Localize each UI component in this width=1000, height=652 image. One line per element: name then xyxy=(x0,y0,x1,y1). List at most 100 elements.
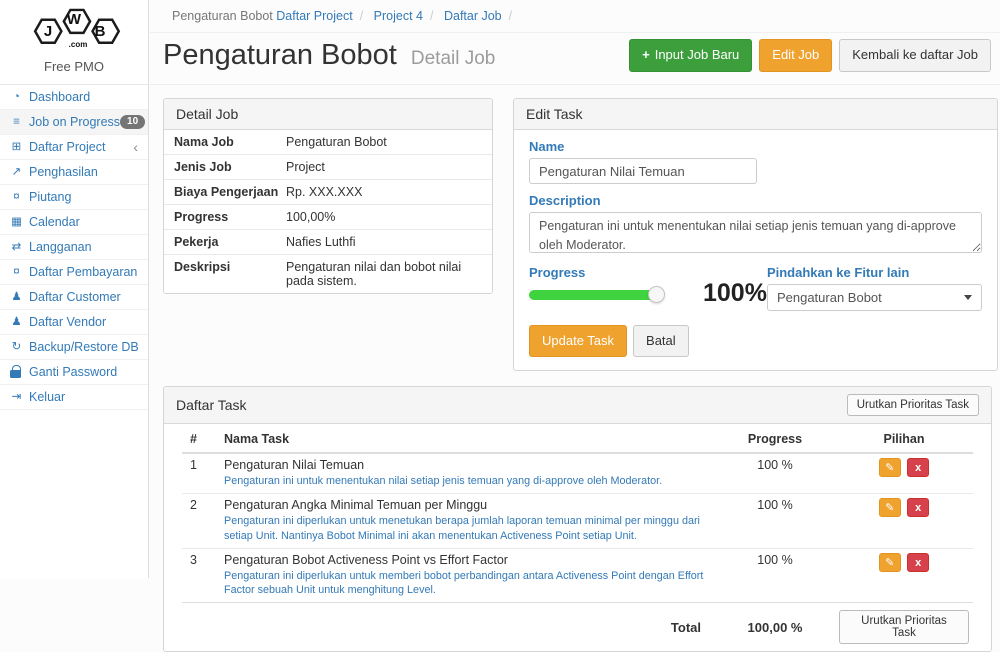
task-row: 2 Pengaturan Angka Minimal Temuan per Mi… xyxy=(182,494,973,549)
edit-task-row-button[interactable]: ✎ xyxy=(879,458,901,477)
delete-task-row-button[interactable]: x xyxy=(907,553,929,572)
task-progress: 100 % xyxy=(715,494,835,549)
sidebar-item-backup-restore-db[interactable]: ↻ Backup/Restore DB xyxy=(0,335,148,360)
detail-job-panel-title: Detail Job xyxy=(164,99,492,130)
delete-task-row-button[interactable]: x xyxy=(907,498,929,517)
x-icon: x xyxy=(915,557,921,569)
task-total-row: Total 100,00 % Urutkan Prioritas Task xyxy=(182,603,973,652)
slider-handle[interactable] xyxy=(648,286,665,303)
sidebar-item-keluar[interactable]: ⇥ Keluar xyxy=(0,385,148,410)
progress-value: 100% xyxy=(703,279,767,311)
plus-icon: + xyxy=(642,46,650,64)
breadcrumb-current: Pengaturan Bobot xyxy=(172,9,273,23)
task-number: 3 xyxy=(182,548,220,603)
delete-task-row-button[interactable]: x xyxy=(907,458,929,477)
task-table-header: # Nama Task Progress Pilihan xyxy=(182,426,973,453)
breadcrumb: Pengaturan Bobot Daftar Project / Project… xyxy=(150,0,1000,33)
table-icon: ⊞ xyxy=(9,140,24,154)
page-header: Pengaturan Bobot Detail Job + Input Job … xyxy=(150,33,1000,85)
kembali-ke-daftar-job-button[interactable]: Kembali ke daftar Job xyxy=(839,39,991,71)
logo-dotcom: .com xyxy=(69,40,88,49)
x-icon: x xyxy=(915,462,921,474)
sidebar-item-piutang[interactable]: ¤ Piutang xyxy=(0,185,148,210)
detail-label: Nama Job xyxy=(174,135,286,149)
sidebar-item-label: Dashboard xyxy=(29,90,90,104)
pencil-icon: ✎ xyxy=(885,502,894,514)
input-job-baru-button[interactable]: + Input Job Baru xyxy=(629,39,752,71)
breadcrumb-separator: / xyxy=(360,9,363,23)
task-number: 1 xyxy=(182,453,220,494)
edit-job-button[interactable]: Edit Job xyxy=(759,39,832,71)
move-feature-label: Pindahkan ke Fitur lain xyxy=(767,265,982,280)
sidebar-item-langganan[interactable]: ⇄ Langganan xyxy=(0,235,148,260)
sidebar-item-label: Job on Progress xyxy=(29,115,120,129)
detail-label: Jenis Job xyxy=(174,160,286,174)
button-label: Edit Job xyxy=(772,46,819,64)
detail-value: Project xyxy=(286,160,325,174)
detail-label: Progress xyxy=(174,210,286,224)
sidebar-item-daftar-pembayaran[interactable]: ¤ Daftar Pembayaran xyxy=(0,260,148,285)
header-buttons: + Input Job Baru Edit Job Kembali ke daf… xyxy=(629,39,991,71)
daftar-task-panel-title: Daftar Task xyxy=(176,397,247,413)
urutkan-prioritas-task-button-top[interactable]: Urutkan Prioritas Task xyxy=(847,394,979,416)
button-label: Input Job Baru xyxy=(655,46,740,64)
task-description: Pengaturan ini untuk menentukan nilai se… xyxy=(224,474,711,488)
progress-slider-fill xyxy=(529,290,661,300)
progress-slider[interactable] xyxy=(529,290,661,300)
sidebar-item-penghasilan[interactable]: ↗ Penghasilan xyxy=(0,160,148,185)
urutkan-prioritas-task-button-bottom[interactable]: Urutkan Prioritas Task xyxy=(839,610,969,644)
task-name-input[interactable] xyxy=(529,158,757,184)
update-task-button[interactable]: Update Task xyxy=(529,325,627,357)
page-subtitle: Detail Job xyxy=(411,48,496,69)
total-label: Total xyxy=(220,603,715,652)
chevron-left-icon: ‹ xyxy=(133,142,140,152)
sidebar-item-calendar[interactable]: ▦ Calendar xyxy=(0,210,148,235)
calendar-icon: ▦ xyxy=(9,215,24,229)
task-description-textarea[interactable]: Pengaturan ini untuk menentukan nilai se… xyxy=(529,212,982,253)
app-logo: J W B .com xyxy=(0,0,148,56)
breadcrumb-separator: / xyxy=(430,9,433,23)
detail-row: Jenis Job Project xyxy=(164,155,492,180)
task-name: Pengaturan Bobot Activeness Point vs Eff… xyxy=(224,553,711,567)
detail-row: Progress 100,00% xyxy=(164,205,492,230)
detail-value: Nafies Luthfi xyxy=(286,235,355,249)
page-title: Pengaturan Bobot Detail Job xyxy=(163,39,495,72)
detail-row: Deskripsi Pengaturan nilai dan bobot nil… xyxy=(164,255,492,293)
task-row: 3 Pengaturan Bobot Activeness Point vs E… xyxy=(182,548,973,603)
breadcrumb-link[interactable]: Daftar Project xyxy=(276,9,352,23)
sidebar-item-daftar-customer[interactable]: ♟ Daftar Customer xyxy=(0,285,148,310)
sidebar-item-label: Daftar Vendor xyxy=(29,315,106,329)
detail-label: Biaya Pengerjaan xyxy=(174,185,286,199)
task-table: # Nama Task Progress Pilihan 1 Pengatura… xyxy=(182,426,973,651)
detail-job-table: Nama Job Pengaturan Bobot Jenis Job Proj… xyxy=(164,130,492,293)
task-progress: 100 % xyxy=(715,548,835,603)
sidebar-item-dashboard[interactable]: ◔ Dashboard xyxy=(0,85,148,110)
edit-task-row-button[interactable]: ✎ xyxy=(879,498,901,517)
users-icon: ♟ xyxy=(9,315,24,329)
money-icon: ¤ xyxy=(9,265,24,279)
sidebar-item-label: Backup/Restore DB xyxy=(29,340,139,354)
detail-value: 100,00% xyxy=(286,210,335,224)
move-feature-select[interactable]: Pengaturan Bobot xyxy=(767,284,982,311)
detail-value: Pengaturan Bobot xyxy=(286,135,387,149)
sidebar-item-daftar-project[interactable]: ⊞ Daftar Project ‹ xyxy=(0,135,148,160)
sidebar-item-label: Daftar Customer xyxy=(29,290,121,304)
repeat-icon: ⇄ xyxy=(9,240,24,254)
task-name: Pengaturan Nilai Temuan xyxy=(224,458,711,472)
sidebar-item-ganti-password[interactable]: Ganti Password xyxy=(0,360,148,385)
batal-button[interactable]: Batal xyxy=(633,325,689,357)
task-name: Pengaturan Angka Minimal Temuan per Ming… xyxy=(224,498,711,512)
total-value: 100,00 % xyxy=(715,603,835,652)
sidebar-item-daftar-vendor[interactable]: ♟ Daftar Vendor xyxy=(0,310,148,335)
edit-task-row-button[interactable]: ✎ xyxy=(879,553,901,572)
breadcrumb-link[interactable]: Project 4 xyxy=(374,9,423,23)
detail-row: Biaya Pengerjaan Rp. XXX.XXX xyxy=(164,180,492,205)
dashboard-icon: ◔ xyxy=(9,90,24,104)
logo-letter-j: J xyxy=(44,23,52,40)
task-description: Pengaturan ini diperlukan untuk memberi … xyxy=(224,569,711,598)
breadcrumb-link[interactable]: Daftar Job xyxy=(444,9,502,23)
task-row: 1 Pengaturan Nilai Temuan Pengaturan ini… xyxy=(182,453,973,494)
main-content: Pengaturan Bobot Daftar Project / Project… xyxy=(150,0,1000,652)
sidebar-item-job-on-progress[interactable]: ≡ Job on Progress 10 xyxy=(0,110,148,135)
sidebar-menu: ◔ Dashboard ≡ Job on Progress 10 ⊞ Dafta… xyxy=(0,85,148,410)
